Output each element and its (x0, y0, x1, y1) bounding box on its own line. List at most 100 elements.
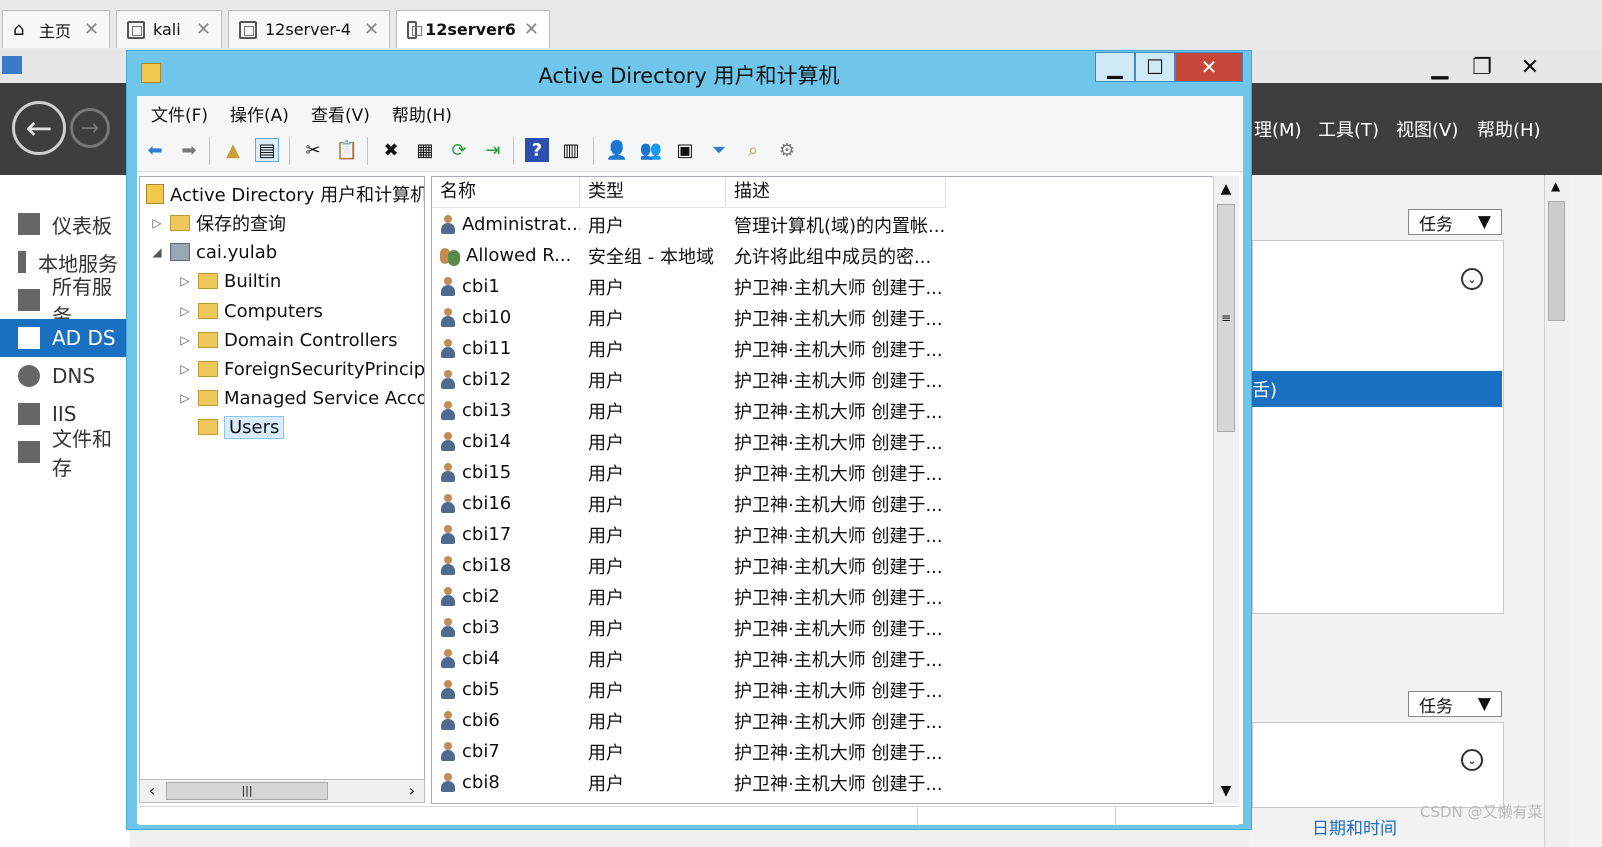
scroll-up-icon[interactable]: ▲ (1214, 176, 1238, 202)
scroll-thumb[interactable]: ≡ (1217, 204, 1235, 432)
tree-root[interactable]: Active Directory 用户和计算机 (146, 180, 424, 208)
vm-tab-12server-4[interactable]: 12server-4 ✕ (228, 10, 390, 48)
table-row[interactable]: cbi1 用户 护卫神·主机大师 创建于... (432, 271, 946, 302)
minimize-button[interactable]: ▁ (1418, 52, 1462, 82)
table-row[interactable]: cbi2 用户 护卫神·主机大师 创建于... (432, 581, 946, 612)
show-tree-icon[interactable]: ▤ (255, 138, 279, 162)
expand-arrow-icon[interactable]: ▷ (150, 216, 164, 230)
scroll-down-icon[interactable]: ▼ (1214, 778, 1238, 804)
sm-menu-tools[interactable]: 工具(T) (1318, 116, 1379, 142)
scroll-thumb[interactable]: ||| (166, 782, 328, 800)
tree-saved-queries[interactable]: ▷ 保存的查询 (150, 209, 286, 237)
new-ou-icon[interactable]: ▣ (673, 138, 697, 162)
find-icon[interactable]: ⌕ (741, 138, 765, 162)
close-icon[interactable]: ✕ (196, 19, 211, 40)
action-pane-icon[interactable]: ▥ (559, 138, 583, 162)
delete-icon[interactable]: ✖ (379, 138, 403, 162)
column-header-type[interactable]: 类型 (580, 177, 726, 207)
table-row[interactable]: cbi12 用户 护卫神·主机大师 创建于... (432, 364, 946, 395)
expand-arrow-icon[interactable]: ▷ (178, 391, 192, 405)
up-folder-icon[interactable]: ▲ (221, 138, 245, 162)
sm-menu-help[interactable]: 帮助(H) (1477, 116, 1541, 142)
table-row[interactable]: cbi4 用户 护卫神·主机大师 创建于... (432, 643, 946, 674)
table-row[interactable]: cbi6 用户 护卫神·主机大师 创建于... (432, 705, 946, 736)
scroll-thumb[interactable] (1548, 201, 1565, 321)
selected-server-row[interactable]: 舌) (1250, 371, 1502, 407)
maximize-button[interactable]: ☐ (1135, 52, 1175, 82)
tree-builtin[interactable]: ▷ Builtin (178, 267, 281, 295)
cut-icon[interactable]: ✂ (301, 138, 325, 162)
menu-file[interactable]: 文件(F) (151, 101, 208, 126)
table-row[interactable]: cbi8 用户 护卫神·主机大师 创建于... (432, 767, 946, 798)
nav-dashboard[interactable]: 仪表板 (0, 205, 130, 243)
add-to-group-icon[interactable]: ⚙ (775, 138, 799, 162)
table-row[interactable]: cbi17 用户 护卫神·主机大师 创建于... (432, 519, 946, 550)
close-button[interactable]: ✕ (1508, 52, 1552, 82)
tree-foreign-security-principals[interactable]: ▷ ForeignSecurityPrincipals (178, 355, 424, 383)
vm-tab-home[interactable]: ⌂ 主页 ✕ (2, 10, 110, 48)
sm-menu-manage[interactable]: 理(M) (1254, 116, 1302, 142)
help-icon[interactable]: ? (525, 138, 549, 162)
vm-tab-12server6[interactable]: 12server6 ✕ (396, 10, 550, 48)
expand-arrow-icon[interactable]: ▷ (178, 333, 192, 347)
table-row[interactable]: cbi13 用户 护卫神·主机大师 创建于... (432, 395, 946, 426)
close-icon[interactable]: ✕ (364, 19, 379, 40)
scroll-up-icon[interactable]: ▲ (1551, 179, 1560, 193)
tree-managed-service-accounts[interactable]: ▷ Managed Service Accounts (178, 384, 424, 412)
nav-adds[interactable]: AD DS (0, 319, 130, 357)
sm-menu-view[interactable]: 视图(V) (1396, 116, 1458, 142)
restore-button[interactable]: ❐ (1460, 52, 1504, 82)
table-row[interactable]: cbi18 用户 护卫神·主机大师 创建于... (432, 550, 946, 581)
tree-computers[interactable]: ▷ Computers (178, 297, 322, 325)
refresh-icon[interactable]: ⟳ (447, 138, 471, 162)
nav-file-storage[interactable]: 文件和存 (0, 427, 130, 480)
minimize-button[interactable]: ▁ (1095, 52, 1135, 82)
column-header-name[interactable]: 名称 (432, 177, 580, 207)
close-icon[interactable]: ✕ (84, 19, 99, 40)
scroll-right-icon[interactable]: › (400, 780, 424, 802)
table-row[interactable]: cbi3 用户 护卫神·主机大师 创建于... (432, 612, 946, 643)
new-user-icon[interactable]: 👤 (605, 138, 629, 162)
menu-action[interactable]: 操作(A) (230, 101, 289, 126)
properties-icon[interactable]: ▦ (413, 138, 437, 162)
forward-icon[interactable]: → (70, 108, 110, 148)
expand-icon[interactable]: ⌄ (1461, 268, 1483, 290)
filter-icon[interactable]: ⏷ (707, 138, 731, 162)
nav-dns[interactable]: DNS (0, 357, 130, 395)
expand-arrow-icon[interactable]: ▷ (178, 362, 192, 376)
export-list-icon[interactable]: ⇥ (481, 138, 505, 162)
nav-all-servers[interactable]: 所有服务 (0, 275, 130, 328)
new-group-icon[interactable]: 👥 (639, 138, 663, 162)
tree-domain[interactable]: ◢ cai.yulab (150, 238, 277, 266)
menu-view[interactable]: 查看(V) (311, 101, 370, 126)
table-row[interactable]: cbi7 用户 护卫神·主机大师 创建于... (432, 736, 946, 767)
list-vertical-scrollbar[interactable]: ▲ ≡ ▼ (1213, 176, 1239, 804)
vm-tab-kali[interactable]: kali ✕ (116, 10, 222, 48)
title-bar[interactable]: Active Directory 用户和计算机 ▁ ☐ ✕ (127, 51, 1251, 95)
back-arrow-icon[interactable]: ⬅ (143, 138, 167, 162)
tree-domain-controllers[interactable]: ▷ Domain Controllers (178, 326, 397, 354)
column-header-description[interactable]: 描述 (726, 177, 946, 207)
tasks-dropdown[interactable]: 任务 ▼ (1408, 209, 1502, 235)
table-row[interactable]: Administrat... 用户 管理计算机(域)的内置帐... (432, 209, 946, 240)
table-row[interactable]: cbi16 用户 护卫神·主机大师 创建于... (432, 488, 946, 519)
tree-horizontal-scrollbar[interactable]: ‹ ||| › (139, 779, 425, 803)
table-row[interactable]: cbi10 用户 护卫神·主机大师 创建于... (432, 302, 946, 333)
copy-icon[interactable]: 📋 (335, 138, 359, 162)
tasks-dropdown-2[interactable]: 任务 ▼ (1408, 691, 1502, 717)
table-row[interactable]: cbi14 用户 护卫神·主机大师 创建于... (432, 426, 946, 457)
table-row[interactable]: Allowed R... 安全组 - 本地域 允许将此组中成员的密... (432, 240, 946, 271)
scroll-left-icon[interactable]: ‹ (140, 780, 164, 802)
tree-users[interactable]: Users (178, 413, 285, 441)
forward-arrow-icon[interactable]: ➡ (177, 138, 201, 162)
sm-vertical-scrollbar[interactable]: ▲ (1544, 175, 1569, 847)
expand-icon[interactable]: ⌄ (1461, 749, 1483, 771)
table-row[interactable]: cbi11 用户 护卫神·主机大师 创建于... (432, 333, 946, 364)
table-row[interactable]: cbi15 用户 护卫神·主机大师 创建于... (432, 457, 946, 488)
expand-arrow-icon[interactable]: ▷ (178, 274, 192, 288)
close-button[interactable]: ✕ (1175, 52, 1243, 82)
collapse-arrow-icon[interactable]: ◢ (150, 245, 164, 259)
back-icon[interactable]: ← (12, 101, 66, 155)
table-row[interactable]: cbi5 用户 护卫神·主机大师 创建于... (432, 674, 946, 705)
expand-arrow-icon[interactable]: ▷ (178, 304, 192, 318)
